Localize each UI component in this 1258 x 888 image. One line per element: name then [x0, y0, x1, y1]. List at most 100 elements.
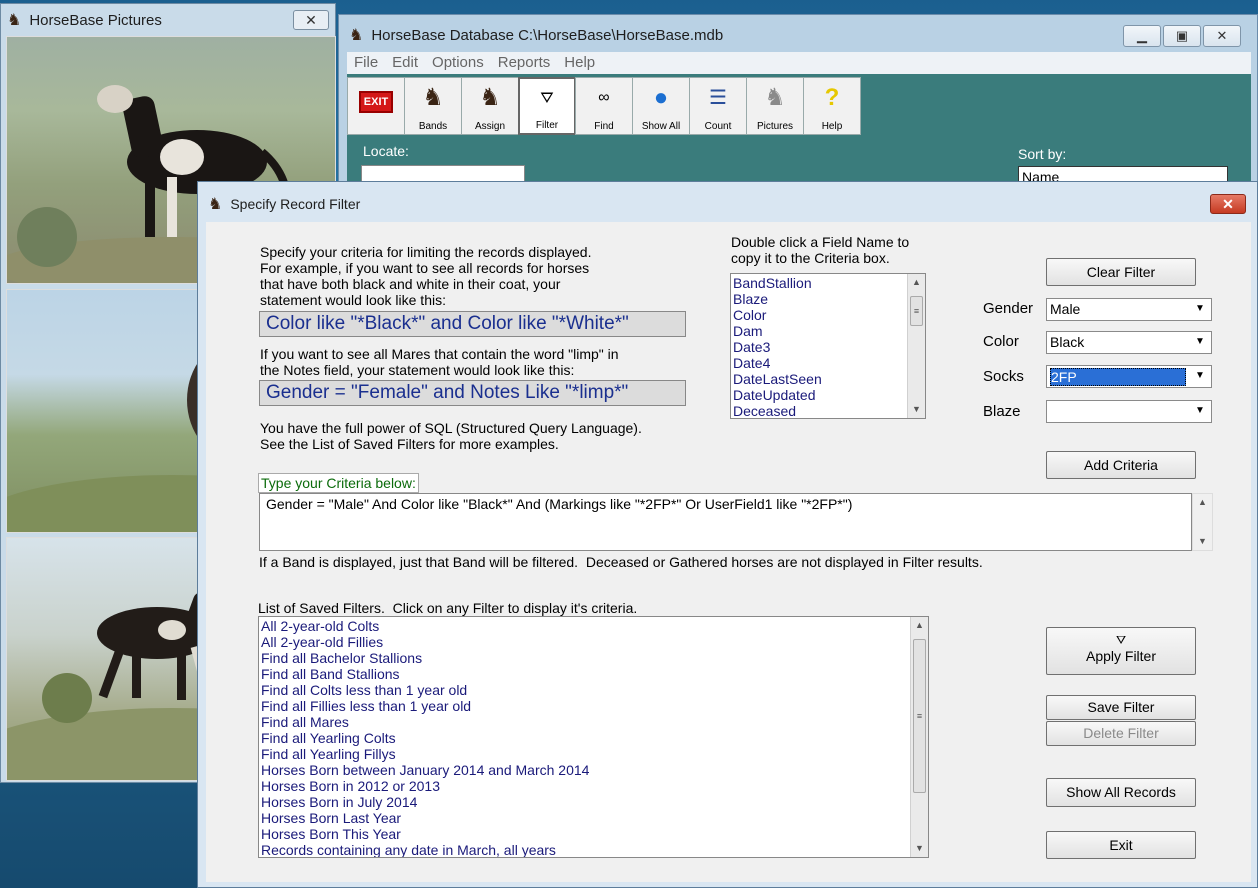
saved-filter-item[interactable]: Horses Born between January 2014 and Mar…	[259, 762, 928, 778]
field-item[interactable]: BandStallion	[731, 275, 925, 291]
toolbar: EXIT ♞ Bands ♞ Assign ⛛ Filter ∞ Find ● …	[347, 77, 861, 137]
field-item[interactable]: Blaze	[731, 291, 925, 307]
field-list-scrollbar[interactable]: ▲ ≡ ▼	[907, 274, 925, 418]
field-names-list[interactable]: BandStallion Blaze Color Dam Date3 Date4…	[730, 273, 926, 419]
saved-filter-item[interactable]: Records containing any date in March, al…	[259, 842, 928, 857]
save-filter-button[interactable]: Save Filter	[1046, 695, 1196, 720]
scroll-down-icon[interactable]: ▼	[908, 401, 925, 418]
field-item[interactable]: Deceased	[731, 403, 925, 418]
toolbar-showall-button[interactable]: ● Show All	[632, 77, 690, 135]
scroll-up-icon[interactable]: ▲	[911, 617, 928, 634]
scroll-thumb[interactable]: ≡	[913, 639, 926, 793]
saved-filter-item[interactable]: Find all Bachelor Stallions	[259, 650, 928, 666]
main-title-text: HorseBase Database C:\HorseBase\HorseBas…	[371, 26, 724, 44]
saved-filter-item[interactable]: Find all Yearling Fillys	[259, 746, 928, 762]
socks-select[interactable]: 2FP ▼	[1046, 365, 1212, 388]
scroll-up-icon[interactable]: ▲	[908, 274, 925, 291]
toolbar-assign-button[interactable]: ♞ Assign	[461, 77, 519, 135]
menu-reports[interactable]: Reports	[491, 52, 558, 74]
chevron-down-icon[interactable]: ▼	[1191, 368, 1209, 384]
field-item[interactable]: DateUpdated	[731, 387, 925, 403]
saved-filter-item[interactable]: Find all Band Stallions	[259, 666, 928, 682]
saved-list-scrollbar[interactable]: ▲ ≡ ▼	[910, 617, 928, 857]
dialog-title-text: Specify Record Filter	[230, 196, 361, 212]
blaze-select[interactable]: ▼	[1046, 400, 1212, 423]
color-value: Black	[1050, 334, 1085, 350]
saved-filter-item[interactable]: Find all Colts less than 1 year old	[259, 682, 928, 698]
example-1-box: Color like "*Black*" and Color like "*Wh…	[259, 311, 686, 337]
saved-filter-item[interactable]: Find all Mares	[259, 714, 928, 730]
toolbar-showall-label: Show All	[641, 121, 681, 132]
horse-app-icon: ♞	[7, 12, 22, 29]
field-item[interactable]: DateLastSeen	[731, 371, 925, 387]
field-item[interactable]: Date4	[731, 355, 925, 371]
socks-label: Socks	[983, 368, 1024, 385]
globe-icon: ●	[653, 84, 669, 111]
apply-filter-label: Apply Filter	[1085, 648, 1157, 664]
saved-filter-item[interactable]: Horses Born in 2012 or 2013	[259, 778, 928, 794]
criteria-label: Type your Criteria below:	[258, 473, 419, 493]
toolbar-filter-label: Filter	[535, 120, 559, 131]
minimize-button[interactable]: ▁	[1123, 25, 1161, 47]
example-2-box: Gender = "Female" and Notes Like "*limp*…	[259, 380, 686, 406]
toolbar-help-button[interactable]: ? Help	[803, 77, 861, 135]
menu-file[interactable]: File	[347, 52, 385, 74]
add-criteria-button[interactable]: Add Criteria	[1046, 451, 1196, 479]
exit-button[interactable]: Exit	[1046, 831, 1196, 859]
field-item[interactable]: Color	[731, 307, 925, 323]
field-item[interactable]: Dam	[731, 323, 925, 339]
criteria-textarea[interactable]: Gender = "Male" And Color like "Black*" …	[259, 493, 1192, 551]
scroll-down-icon[interactable]: ▼	[911, 840, 928, 857]
saved-filter-item[interactable]: Horses Born This Year	[259, 826, 928, 842]
saved-filter-item[interactable]: Horses Born in July 2014	[259, 794, 928, 810]
intro-line-3: that have both black and white in their …	[260, 276, 561, 292]
show-all-records-button[interactable]: Show All Records	[1046, 778, 1196, 807]
toolbar-pictures-button[interactable]: ♞ Pictures	[746, 77, 804, 135]
blaze-label: Blaze	[983, 403, 1021, 420]
horse-app-icon: ♞	[349, 27, 364, 44]
saved-filters-list[interactable]: All 2-year-old Colts All 2-year-old Fill…	[258, 616, 929, 858]
saved-filters-label: List of Saved Filters. Click on any Filt…	[258, 600, 638, 616]
menu-options[interactable]: Options	[425, 52, 491, 74]
apply-filter-button[interactable]: ⛛ Apply Filter	[1046, 627, 1196, 675]
chevron-down-icon[interactable]: ▼	[1191, 334, 1209, 350]
exit-icon: EXIT	[358, 91, 394, 113]
saved-filter-item[interactable]: All 2-year-old Fillies	[259, 634, 928, 650]
criteria-scrollbar[interactable]: ▲ ▼	[1192, 493, 1213, 551]
pictures-title-text: HorseBase Pictures	[29, 11, 162, 29]
gender-label: Gender	[983, 300, 1034, 317]
mares-line-1: If you want to see all Mares that contai…	[260, 346, 619, 362]
gender-value: Male	[1050, 301, 1081, 317]
color-select[interactable]: Black ▼	[1046, 331, 1212, 354]
field-hint-line-2: copy it to the Criteria box.	[731, 250, 890, 266]
clear-filter-button[interactable]: Clear Filter	[1046, 258, 1196, 286]
delete-filter-button[interactable]: Delete Filter	[1046, 721, 1196, 746]
toolbar-find-label: Find	[594, 121, 614, 132]
chevron-down-icon[interactable]: ▼	[1191, 301, 1209, 317]
scroll-up-icon[interactable]: ▲	[1193, 494, 1212, 511]
field-item[interactable]: Date3	[731, 339, 925, 355]
gender-select[interactable]: Male ▼	[1046, 298, 1212, 321]
main-window-title: ♞ HorseBase Database C:\HorseBase\HorseB…	[349, 25, 723, 45]
toolbar-find-button[interactable]: ∞ Find	[575, 77, 633, 135]
toolbar-filter-button[interactable]: ⛛ Filter	[518, 77, 576, 135]
saved-filter-item[interactable]: All 2-year-old Colts	[259, 618, 928, 634]
scroll-thumb[interactable]: ≡	[910, 296, 923, 326]
saved-filter-item[interactable]: Find all Yearling Colts	[259, 730, 928, 746]
pictures-close-button[interactable]: ✕	[293, 10, 329, 30]
saved-filter-item[interactable]: Find all Fillies less than 1 year old	[259, 698, 928, 714]
maximize-button[interactable]: ▣	[1163, 25, 1201, 47]
main-close-button[interactable]: ✕	[1203, 25, 1241, 47]
dialog-close-button[interactable]: ✕	[1210, 194, 1246, 214]
saved-filter-item[interactable]: Horses Born Last Year	[259, 810, 928, 826]
question-icon: ?	[824, 84, 840, 111]
chevron-down-icon[interactable]: ▼	[1191, 403, 1209, 419]
toolbar-bands-button[interactable]: ♞ Bands	[404, 77, 462, 135]
field-hint-line-1: Double click a Field Name to	[731, 234, 910, 250]
menu-edit[interactable]: Edit	[385, 52, 425, 74]
menu-help[interactable]: Help	[557, 52, 602, 74]
scroll-down-icon[interactable]: ▼	[1193, 533, 1212, 550]
toolbar-count-button[interactable]: ☰ Count	[689, 77, 747, 135]
toolbar-exit-button[interactable]: EXIT	[347, 77, 405, 135]
band-note: If a Band is displayed, just that Band w…	[259, 554, 983, 570]
